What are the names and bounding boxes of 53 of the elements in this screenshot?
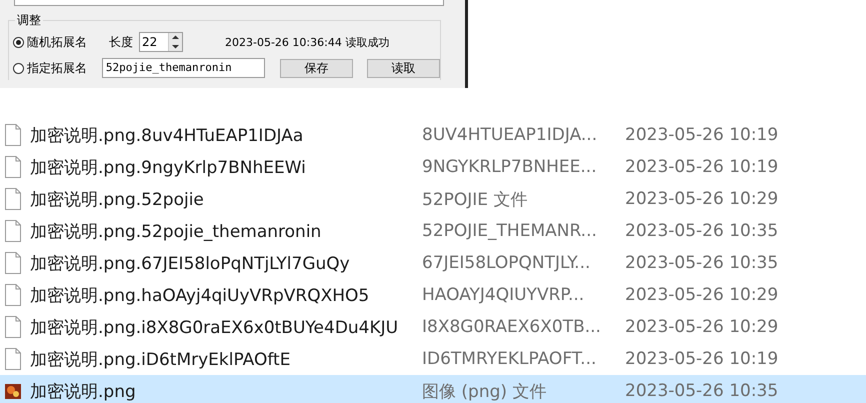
- file-row[interactable]: 加密说明.png.8uv4HTuEAP1IDJAa 8UV4HTUEAP1IDJA... 2023-05-26 10:19: [0, 119, 866, 151]
- length-label: 长度: [109, 34, 133, 50]
- file-name: 加密说明.png.i8X8G0raEX6x0tBUYe4Du4KJU: [30, 316, 400, 338]
- file-row[interactable]: 加密说明.png 图像 (png) 文件 2023-05-26 10:35: [0, 375, 866, 403]
- file-icon: [4, 252, 22, 274]
- file-type: ID6TMRYEKLPAOFT...: [422, 349, 598, 369]
- file-date: 2023-05-26 10:29: [625, 285, 778, 305]
- file-name: 加密说明.png.8uv4HTuEAP1IDJAa: [30, 124, 304, 146]
- file-type: 9NGYKRLP7BNHEE...: [422, 157, 598, 177]
- file-row[interactable]: 加密说明.png.9ngyKrlp7BNhEEWi 9NGYKRLP7BNHEE... 2023-05-26 10:19: [0, 151, 866, 183]
- status-text: 2023-05-26 10:36:44 读取成功: [225, 34, 390, 50]
- file-date: 2023-05-26 10:19: [625, 125, 778, 145]
- file-type: HAOAYJ4QIUYVRP...: [422, 285, 586, 305]
- file-name: 加密说明.png.67JEI58loPqNTjLYl7GuQy: [30, 252, 351, 274]
- file-name: 加密说明.png.haOAyj4qiUyVRpVRQXHO5: [30, 284, 370, 306]
- file-date: 2023-05-26 10:35: [625, 253, 778, 273]
- read-button[interactable]: 读取: [366, 58, 440, 78]
- file-row[interactable]: 加密说明.png.52pojie 52POJIE 文件 2023-05-26 10:29: [0, 183, 866, 215]
- length-spinner[interactable]: 22: [139, 32, 183, 52]
- file-icon: [4, 316, 22, 338]
- file-icon: [4, 156, 22, 178]
- file-date: 2023-05-26 10:29: [625, 189, 778, 209]
- file-row[interactable]: 加密说明.png.67JEI58loPqNTjLYl7GuQy 67JEI58LOPQNTJLY... 2023-05-26 10:35: [0, 247, 866, 279]
- file-date: 2023-05-26 10:35: [625, 221, 778, 241]
- file-type: I8X8G0RAEX6X0TB...: [422, 317, 602, 337]
- file-type: 52POJIE 文件: [422, 188, 528, 210]
- file-icon: [4, 284, 22, 306]
- file-date: 2023-05-26 10:29: [625, 317, 778, 337]
- radio-option[interactable]: 指定拓展名: [13, 60, 98, 76]
- file-date: 2023-05-26 10:35: [625, 381, 778, 401]
- file-type: 8UV4HTUEAP1IDJA...: [422, 125, 598, 145]
- file-icon: [4, 124, 22, 146]
- file-row[interactable]: 加密说明.png.haOAyj4qiUyVRpVRQXHO5 HAOAYJ4QIUYVRP... 2023-05-26 10:29: [0, 279, 866, 311]
- radio-option[interactable]: 随机拓展名: [13, 34, 99, 50]
- extension-field[interactable]: 52pojie_themanronin: [102, 58, 265, 78]
- file-row[interactable]: 加密说明.png.i8X8G0raEX6x0tBUYe4Du4KJU I8X8G0RAEX6X0TB... 2023-05-26 10:29: [0, 311, 866, 343]
- file-type: 67JEI58LOPQNTJLY...: [422, 253, 592, 273]
- file-row[interactable]: 加密说明.png.52pojie_themanronin 52POJIE_THEMANR... 2023-05-26 10:35: [0, 215, 866, 247]
- file-icon: [4, 348, 22, 370]
- file-date: 2023-05-26 10:19: [625, 349, 778, 369]
- file-name: 加密说明.png.9ngyKrlp7BNhEEWi: [30, 156, 307, 178]
- file-name: 加密说明.png.iD6tMryEklPAOftE: [30, 348, 292, 370]
- file-icon: [4, 188, 22, 210]
- save-button[interactable]: 保存: [280, 58, 353, 78]
- file-name: 加密说明.png.52pojie: [30, 188, 205, 210]
- file-date: 2023-05-26 10:19: [625, 157, 778, 177]
- file-icon: [4, 220, 22, 242]
- file-type: 52POJIE_THEMANR...: [422, 221, 598, 241]
- text-area[interactable]: [14, 0, 444, 6]
- file-type: 图像 (png) 文件: [422, 380, 548, 402]
- file-row[interactable]: 加密说明.png.iD6tMryEklPAOftE ID6TMRYEKLPAOFT... 2023-05-26 10:19: [0, 343, 866, 375]
- file-name: 加密说明.png.52pojie_themanronin: [30, 220, 322, 242]
- file-name: 加密说明.png: [30, 380, 137, 402]
